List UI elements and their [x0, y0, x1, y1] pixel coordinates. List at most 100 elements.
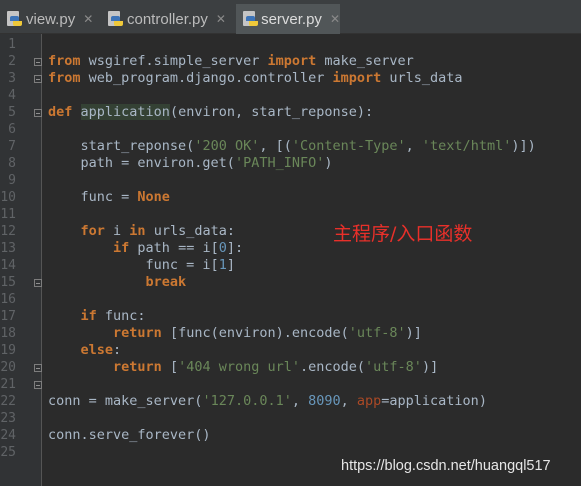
- code-token: conn.serve_forever(): [48, 427, 211, 443]
- line-number: 5: [8, 105, 16, 120]
- line-number: 24: [0, 428, 16, 443]
- code-token: web_program.django.controller: [80, 70, 333, 86]
- line-number: 7: [8, 139, 16, 154]
- code-token: import: [332, 70, 382, 86]
- tab-label: view.py: [26, 10, 76, 28]
- tab-label: server.py: [261, 10, 322, 28]
- code-line: break: [48, 274, 187, 291]
- code-line: conn = make_server('127.0.0.1', 8090, ap…: [48, 393, 487, 410]
- watermark-text: https://blog.csdn.net/huangql517: [341, 458, 551, 474]
- code-line: func = i[1]: [48, 257, 235, 274]
- code-editor[interactable]: from wsgiref.simple_server import make_s…: [48, 34, 581, 486]
- code-token: import: [267, 53, 317, 69]
- code-token: 'PATH_INFO': [234, 155, 325, 171]
- line-number: 6: [8, 122, 16, 137]
- close-icon[interactable]: ✕: [83, 12, 93, 26]
- python-file-icon: [107, 11, 123, 27]
- code-token: path = environ.get(: [48, 155, 235, 171]
- line-number: 2: [8, 54, 16, 69]
- code-token: break: [145, 274, 187, 290]
- line-number: 3: [8, 71, 16, 86]
- code-token: i: [104, 223, 130, 239]
- line-number: 21: [0, 377, 16, 392]
- line-number: 8: [8, 156, 16, 171]
- close-icon[interactable]: ✕: [216, 12, 226, 26]
- line-number: 10: [0, 190, 16, 205]
- fold-marker-icon[interactable]: [34, 75, 42, 83]
- code-token: urls_data: [381, 70, 463, 86]
- code-token: 8090: [308, 393, 341, 409]
- line-number: 25: [0, 445, 16, 460]
- code-token: app: [356, 393, 382, 409]
- code-line: from wsgiref.simple_server import make_s…: [48, 53, 414, 70]
- code-token: conn = make_server(: [48, 393, 203, 409]
- code-token: ,: [340, 393, 357, 409]
- fold-marker-icon[interactable]: [34, 58, 42, 66]
- code-token: func = i[: [48, 257, 219, 273]
- editor-tab-bar: view.py ✕ controller.py ✕ server.py ✕: [0, 0, 581, 34]
- code-token: path == i[: [129, 240, 219, 256]
- code-token: ]:: [226, 240, 244, 256]
- code-token: from: [48, 70, 81, 86]
- code-token: urls_data:: [145, 223, 235, 239]
- code-token: wsgiref.simple_server: [80, 53, 268, 69]
- line-number: 9: [8, 173, 16, 188]
- code-line: start_reponse('200 OK', [('Content-Type'…: [48, 138, 536, 155]
- code-token: if: [80, 308, 97, 324]
- code-token: def: [48, 104, 73, 120]
- code-token: [: [161, 359, 179, 375]
- code-line: func = None: [48, 189, 170, 206]
- code-token: , [(: [259, 138, 292, 154]
- line-number: 12: [0, 224, 16, 239]
- code-line: def application(environ, start_reponse):: [48, 104, 373, 121]
- code-token: for: [80, 223, 105, 239]
- code-token: ,: [405, 138, 422, 154]
- code-token: )]): [511, 138, 536, 154]
- code-token: else: [80, 342, 114, 358]
- close-icon[interactable]: ✕: [330, 12, 340, 26]
- code-token: '127.0.0.1': [202, 393, 292, 409]
- code-token: application: [80, 104, 170, 120]
- tab-view-py[interactable]: view.py ✕: [0, 4, 97, 34]
- line-number: 4: [8, 88, 16, 103]
- code-line: path = environ.get('PATH_INFO'): [48, 155, 333, 172]
- code-token: 'utf-8': [348, 325, 406, 341]
- tab-server-py[interactable]: server.py ✕: [236, 4, 340, 34]
- line-number: 20: [0, 360, 16, 375]
- python-file-icon: [242, 11, 258, 27]
- tab-controller-py[interactable]: controller.py ✕: [101, 4, 233, 34]
- fold-marker-icon[interactable]: [34, 109, 42, 117]
- line-number: 11: [0, 207, 16, 222]
- code-line: if func:: [48, 308, 146, 325]
- code-token: 'text/html': [421, 138, 512, 154]
- fold-marker-icon[interactable]: [34, 364, 42, 372]
- fold-marker-icon[interactable]: [34, 279, 42, 287]
- code-token: start_reponse(: [48, 138, 195, 154]
- line-number: 14: [0, 258, 16, 273]
- code-token: return: [113, 325, 162, 341]
- code-line: if path == i[0]:: [48, 240, 243, 257]
- code-token: if: [113, 240, 130, 256]
- code-token: ): [324, 155, 333, 171]
- code-token: ,: [291, 393, 309, 409]
- code-token: func:: [96, 308, 146, 324]
- fold-marker-icon[interactable]: [34, 381, 42, 389]
- code-token: return: [113, 359, 162, 375]
- code-line: return [func(environ).encode('utf-8')]: [48, 325, 422, 342]
- code-line: from web_program.django.controller impor…: [48, 70, 463, 87]
- code-token: '200 OK': [194, 138, 260, 154]
- code-token: .encode(: [300, 359, 366, 375]
- code-token: None: [137, 189, 170, 205]
- line-number: 13: [0, 241, 16, 256]
- line-number: 18: [0, 326, 16, 341]
- code-token: 'Content-Type': [291, 138, 406, 154]
- tab-label: controller.py: [127, 10, 208, 28]
